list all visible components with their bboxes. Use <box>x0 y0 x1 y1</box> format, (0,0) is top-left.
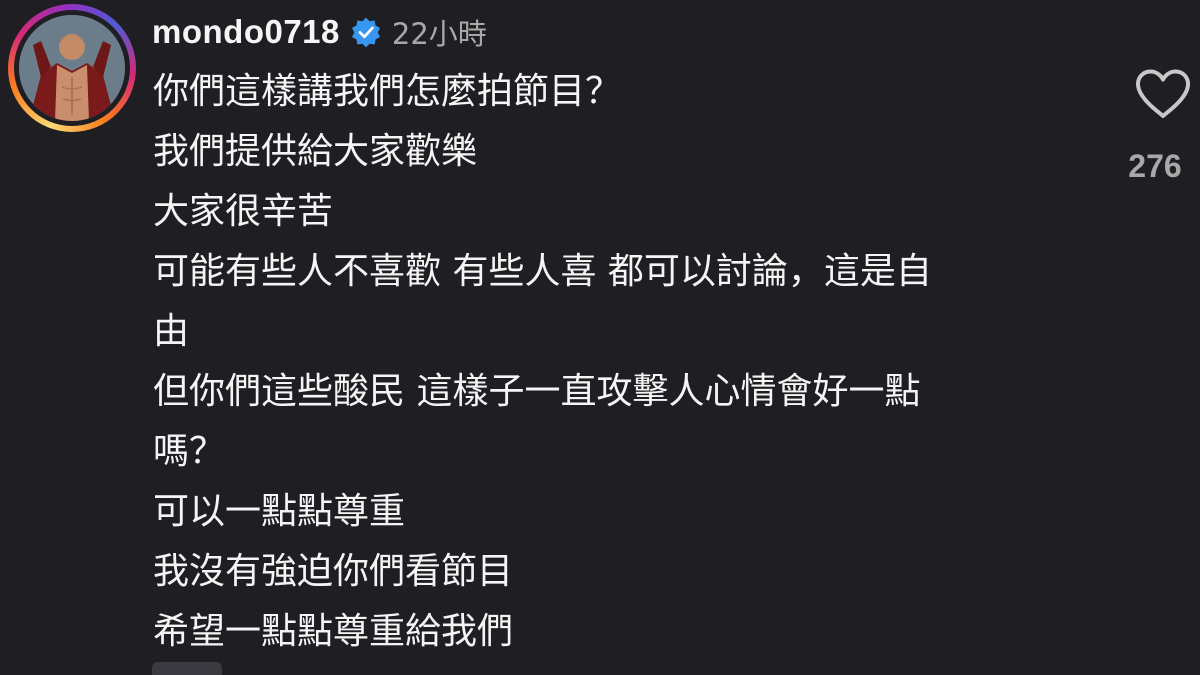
avatar-story-ring[interactable] <box>8 4 136 132</box>
avatar-photo <box>19 15 125 121</box>
comment-body: 你們這樣講我們怎麼拍節目？ 我們提供給大家歡樂 大家很辛苦 可能有些人不喜歡 有… <box>153 62 1073 662</box>
comment-line: 你們這樣講我們怎麼拍節目？ <box>153 71 622 112</box>
next-comment-avatar <box>152 662 222 675</box>
username-link[interactable]: mondo0718 <box>152 13 340 51</box>
comment-line: 由 <box>153 311 190 352</box>
comment-line: 希望一點點尊重給我們 <box>153 611 514 652</box>
comment: mondo0718 22小時 你們這樣講我們怎麼拍節目？ 我們提供給大家歡樂 大… <box>0 0 1200 675</box>
verified-badge-icon <box>350 16 382 48</box>
comment-line: 我們提供給大家歡樂 <box>153 131 478 172</box>
comment-timestamp: 22小時 <box>391 17 487 51</box>
heart-outline-icon <box>1135 69 1191 118</box>
comment-header: mondo0718 22小時 <box>152 10 487 54</box>
comment-line: 大家很辛苦 <box>153 191 334 232</box>
comment-line: 嗎？ <box>153 431 226 472</box>
like-count: 276 <box>1128 148 1182 184</box>
comment-line: 可能有些人不喜歡 有些人喜 都可以討論，這是自 <box>153 251 932 292</box>
comment-line: 但你們這些酸民 這樣子一直攻擊人心情會好一點 <box>153 371 921 412</box>
like-button[interactable] <box>1134 68 1192 120</box>
comment-line: 我沒有強迫你們看節目 <box>153 551 514 592</box>
avatar[interactable] <box>19 15 125 121</box>
comment-line: 可以一點點尊重 <box>153 491 406 532</box>
